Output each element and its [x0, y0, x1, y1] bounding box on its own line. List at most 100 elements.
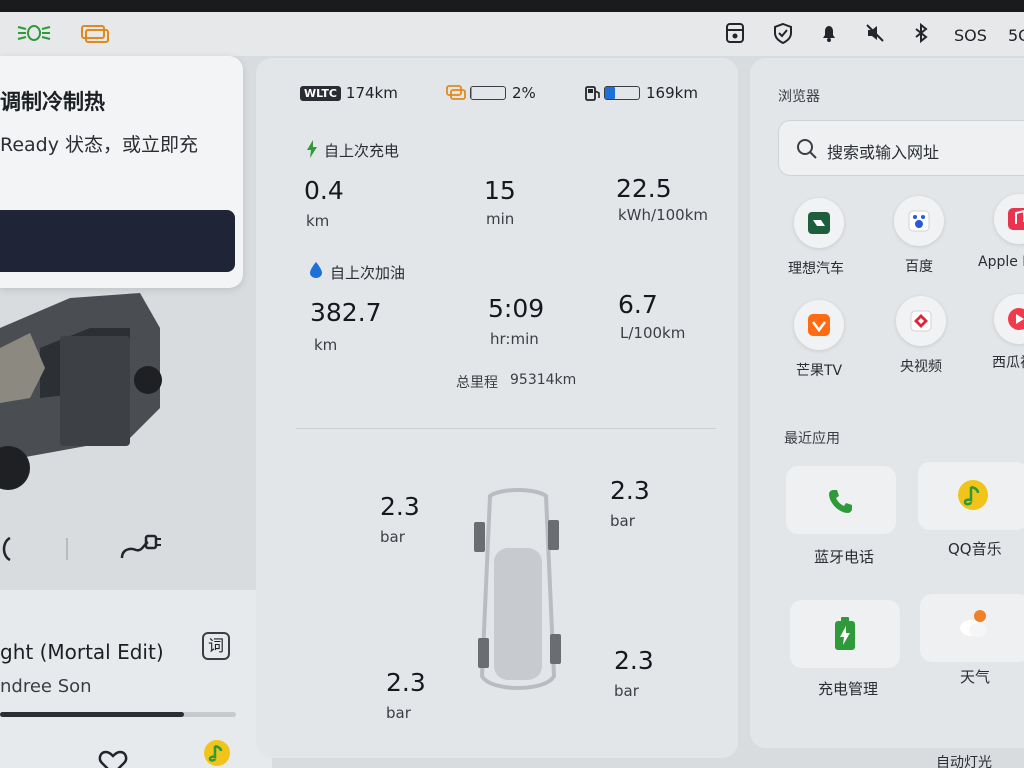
- apps-panel: 浏览器 搜索或输入网址 理想汽车 百度 Apple M 芒果TV 央视频 西瓜视…: [750, 58, 1024, 748]
- bell-icon[interactable]: [818, 22, 844, 44]
- recent-weather-tile[interactable]: [920, 594, 1024, 662]
- song-artist: ndree Son: [0, 676, 92, 697]
- charge-distance-unit: km: [306, 212, 330, 230]
- wltc-range-value: 174km: [345, 84, 398, 102]
- battery-gauge: [470, 86, 506, 100]
- fuel-time-unit: hr:min: [490, 330, 539, 348]
- odometer-label: 总里程: [456, 375, 498, 391]
- sos-button[interactable]: SOS: [954, 26, 987, 45]
- lightning-icon: [307, 140, 317, 158]
- fuel-time-value: 5:09: [488, 294, 545, 323]
- fuel-distance-value: 382.7: [310, 298, 382, 327]
- browser-search-input[interactable]: 搜索或输入网址: [778, 120, 1024, 176]
- recent-label-charging: 充电管理: [818, 680, 879, 698]
- charge-time-unit: min: [486, 210, 515, 228]
- recent-label-phone: 蓝牙电话: [814, 548, 875, 566]
- battery-gauge-fill: [471, 87, 472, 99]
- app-label-xigua-video: 西瓜视: [992, 355, 1024, 371]
- bluetooth-icon[interactable]: [910, 22, 936, 44]
- alert-text: Ready 状态，或立即充: [0, 134, 199, 156]
- cctv-video-icon[interactable]: [896, 296, 946, 346]
- left-column: 调制冷制热 Ready 状态，或立即充 ght (Mortal Edit) nd…: [0, 56, 272, 768]
- vehicle-controls: [0, 526, 262, 586]
- car-topview-icon: [474, 488, 561, 690]
- fuel-consumption-value: 6.7: [618, 290, 658, 319]
- recent-charging-tile[interactable]: [790, 600, 900, 668]
- battery-percent: 2%: [512, 84, 536, 102]
- control-divider: [66, 538, 68, 560]
- charge-time-value: 15: [484, 176, 516, 205]
- tire-rear-right-value: 2.3: [614, 646, 654, 675]
- odometer-value: 95314km: [510, 372, 577, 388]
- tire-front-left-value: 2.3: [380, 492, 420, 521]
- qq-music-small-icon[interactable]: [202, 738, 232, 768]
- recent-phone-tile[interactable]: [786, 466, 896, 534]
- fuel-gauge-fill: [605, 87, 616, 99]
- search-placeholder: 搜索或输入网址: [827, 143, 940, 162]
- charge-consumption-value: 22.5: [616, 174, 672, 203]
- baidu-icon[interactable]: [894, 196, 944, 246]
- fuel-drop-icon: [310, 262, 322, 278]
- app-label-mango-tv: 芒果TV: [796, 363, 843, 379]
- recent-qq-music-tile[interactable]: [918, 462, 1024, 530]
- wltc-range: WLTC 174km: [300, 84, 398, 102]
- sentry-icon[interactable]: [724, 22, 750, 44]
- qq-music-icon: [958, 480, 988, 510]
- xigua-video-icon[interactable]: [994, 294, 1024, 344]
- auto-light-label[interactable]: 自动灯光: [936, 752, 992, 768]
- headlight-icon[interactable]: [16, 22, 51, 44]
- app-label-baidu: 百度: [905, 259, 933, 275]
- charging-icon: [835, 617, 855, 650]
- network-indicator: 5G: [1008, 26, 1024, 45]
- charge-plug-icon[interactable]: [118, 530, 162, 564]
- wltc-badge: WLTC: [300, 86, 341, 101]
- alert-title: 调制冷制热: [0, 90, 105, 114]
- tire-front-right-value: 2.3: [610, 476, 650, 505]
- song-progress-bar[interactable]: [0, 712, 236, 717]
- panel-divider: [296, 428, 716, 429]
- charge-distance-value: 0.4: [304, 176, 344, 205]
- door-icon[interactable]: [0, 534, 14, 564]
- music-player-card: ght (Mortal Edit) ndree Son 词: [0, 590, 272, 768]
- fuel-distance-unit: km: [314, 336, 338, 354]
- weather-icon: [960, 610, 987, 637]
- charge-consumption-unit: kWh/100km: [618, 206, 709, 224]
- battery-warning-icon[interactable]: [80, 22, 109, 44]
- fuel-range: 169km: [646, 84, 698, 102]
- fuel-consumption-unit: L/100km: [620, 324, 686, 342]
- tire-rear-left-unit: bar: [386, 704, 411, 722]
- status-bar: SOS 5G: [0, 0, 1024, 56]
- fuel-gauge: [604, 86, 640, 100]
- fuel-pump-icon: [585, 86, 600, 101]
- screen-bezel: [0, 0, 1024, 12]
- tire-rear-left-value: 2.3: [386, 668, 426, 697]
- heart-icon[interactable]: [98, 750, 128, 768]
- since-charge-label: 自上次充电: [324, 142, 400, 160]
- app-label-li-auto: 理想汽车: [788, 261, 844, 277]
- bottom-dock: 自动灯光: [760, 750, 1024, 768]
- li-auto-icon[interactable]: [794, 198, 844, 248]
- phone-icon: [829, 490, 852, 513]
- recent-apps-label: 最近应用: [784, 431, 840, 447]
- tire-front-right-unit: bar: [610, 512, 635, 530]
- search-icon: [797, 139, 817, 159]
- climate-alert-card: 调制冷制热 Ready 状态，或立即充: [0, 56, 243, 288]
- tire-front-left-unit: bar: [380, 528, 405, 546]
- shield-icon[interactable]: [772, 22, 798, 45]
- mute-icon[interactable]: [864, 22, 890, 44]
- lyrics-button[interactable]: 词: [202, 632, 230, 660]
- song-title: ght (Mortal Edit): [0, 640, 164, 664]
- app-label-apple-music: Apple M: [978, 254, 1024, 270]
- battery-level-icon: [446, 85, 466, 100]
- recent-label-weather: 天气: [960, 668, 991, 686]
- since-fuel-label: 自上次加油: [330, 264, 406, 282]
- tire-rear-right-unit: bar: [614, 682, 639, 700]
- browser-label: 浏览器: [778, 89, 820, 105]
- app-label-cctv-video: 央视频: [900, 359, 942, 375]
- energy-panel: WLTC 174km 2% 169km 自上次充电 0.4 km 15 min 2…: [256, 58, 738, 758]
- alert-action-button[interactable]: [0, 210, 235, 272]
- mango-tv-icon[interactable]: [794, 300, 844, 350]
- recent-label-qq-music: QQ音乐: [948, 540, 1002, 558]
- apple-music-icon[interactable]: [994, 194, 1024, 244]
- song-progress-fill: [0, 712, 185, 717]
